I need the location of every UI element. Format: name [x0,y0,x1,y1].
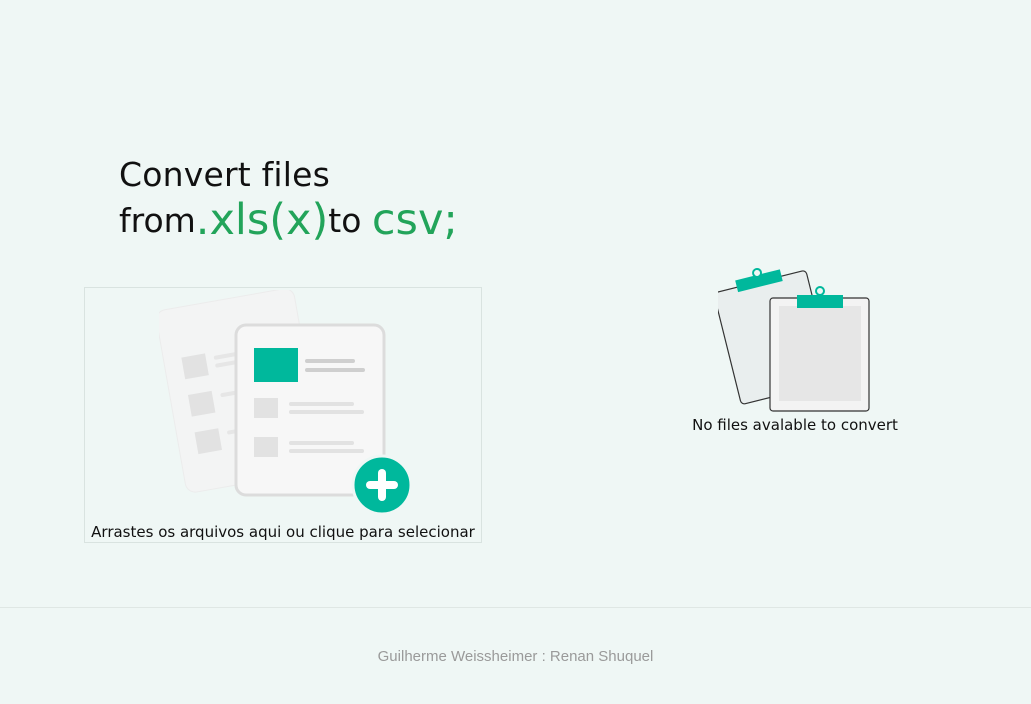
empty-state-message: No files avalable to convert [692,416,898,434]
hero-title: Convert files from.xls(x)to csv; [119,156,458,245]
hero-target-format: csv; [371,194,458,245]
dropzone-label: Arrastes os arquivos aqui ou clique para… [91,523,475,541]
hero-source-format: .xls(x) [195,194,329,245]
documents-illustration-icon [159,290,413,516]
hero-to: to [328,200,362,240]
hero-line1: Convert files [119,155,331,194]
file-dropzone[interactable]: Arrastes os arquivos aqui ou clique para… [84,287,482,543]
hero-line2: from.xls(x)to csv; [119,194,458,245]
empty-clipboards-icon [718,267,870,412]
empty-state: No files avalable to convert [690,262,900,442]
add-circle-icon [351,454,413,516]
hero-from: from [119,200,196,240]
footer: Guilherme Weissheimer : Renan Shuquel [0,607,1031,704]
footer-credits: Guilherme Weissheimer : Renan Shuquel [377,648,654,665]
page: Convert files from.xls(x)to csv; Arraste… [0,0,1031,704]
